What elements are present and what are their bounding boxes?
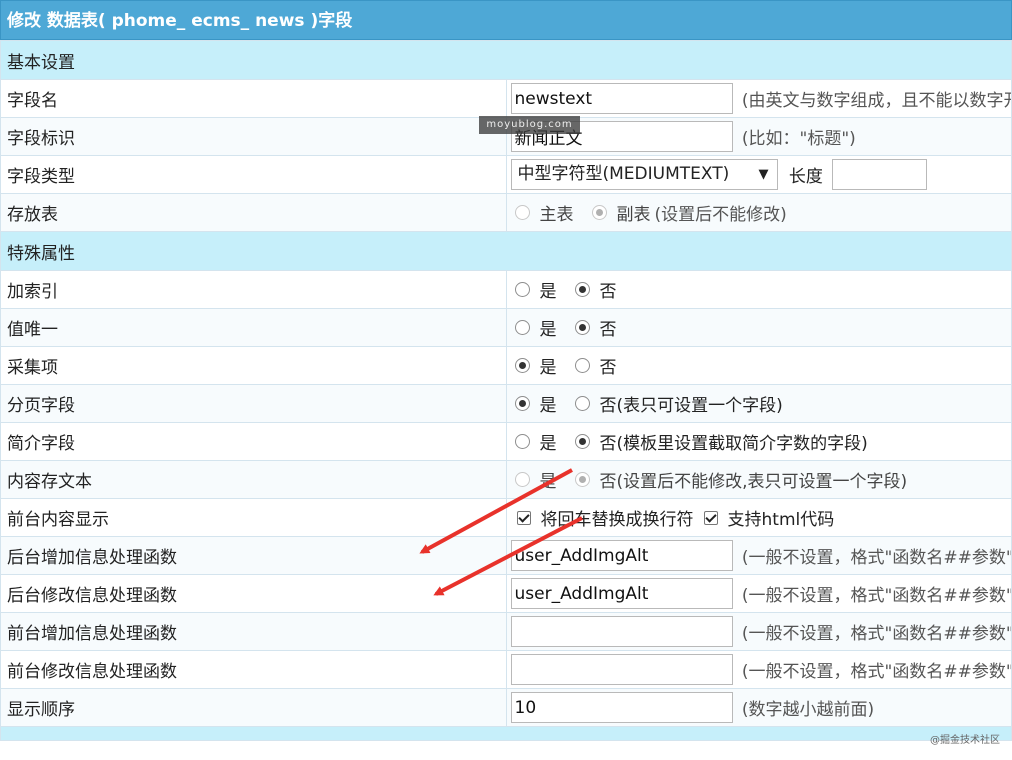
row-intro: 简介字段 是 否(模板里设置截取简介字数的字段) bbox=[0, 422, 1012, 461]
collect-label: 采集项 bbox=[0, 346, 507, 385]
admin-add-func-label: 后台增加信息处理函数 bbox=[0, 536, 507, 575]
page-title: 修改 数据表( phome_ ecms_ news )字段 bbox=[0, 0, 1012, 40]
row-content-text: 内容存文本 是 否(设置后不能修改,表只可设置一个字段) bbox=[0, 460, 1012, 499]
row-admin-edit-func: 后台修改信息处理函数 (一般不设置，格式"函数名##参数"参数可不设置) bbox=[0, 574, 1012, 613]
row-front-edit-func: 前台修改信息处理函数 (一般不设置，格式"函数名##参数"参数可不设置) bbox=[0, 650, 1012, 689]
content-text-no-radio[interactable] bbox=[574, 472, 590, 487]
field-type-label: 字段类型 bbox=[0, 155, 507, 194]
order-input[interactable] bbox=[510, 692, 733, 723]
section-special: 特殊属性 bbox=[0, 231, 1012, 271]
collect-no-radio[interactable] bbox=[574, 358, 590, 373]
front-add-func-note: (一般不设置，格式"函数名##参数"参数可不设置) bbox=[741, 624, 1012, 644]
admin-edit-func-input[interactable] bbox=[510, 578, 733, 609]
index-yes-label: 是 bbox=[539, 282, 557, 302]
front-edit-func-input[interactable] bbox=[510, 654, 733, 685]
admin-edit-func-label: 后台修改信息处理函数 bbox=[0, 574, 507, 613]
html-checkbox-label: 支持html代码 bbox=[727, 510, 835, 530]
section-basic-title: 基本设置 bbox=[0, 40, 1012, 80]
order-note: (数字越小越前面) bbox=[741, 700, 875, 720]
front-add-func-label: 前台增加信息处理函数 bbox=[0, 612, 507, 651]
row-storage: 存放表 主表 副表 (设置后不能修改) bbox=[0, 193, 1012, 232]
intro-yes-radio[interactable] bbox=[514, 434, 530, 449]
collect-yes-radio[interactable] bbox=[514, 358, 530, 373]
intro-yes-label: 是 bbox=[539, 434, 557, 454]
storage-sub-label: 副表 bbox=[616, 205, 651, 225]
field-type-select[interactable]: 中型字符型(MEDIUMTEXT) ▼ bbox=[510, 159, 778, 190]
row-index: 加索引 是 否 bbox=[0, 270, 1012, 309]
content-text-yes-radio[interactable] bbox=[514, 472, 530, 487]
storage-label: 存放表 bbox=[0, 193, 507, 232]
unique-no-label: 否 bbox=[599, 320, 617, 340]
html-checkbox[interactable] bbox=[703, 510, 718, 525]
intro-no-label: 否(模板里设置截取简介字数的字段) bbox=[599, 434, 868, 454]
row-front-display: 前台内容显示 将回车替换成换行符 支持html代码 bbox=[0, 498, 1012, 537]
storage-main-radio[interactable] bbox=[514, 205, 530, 220]
index-label: 加索引 bbox=[0, 270, 507, 309]
field-name-note: (由英文与数字组成，且不能以数字开头。比如："title") bbox=[741, 91, 1011, 111]
unique-no-radio[interactable] bbox=[574, 320, 590, 335]
field-name-input[interactable] bbox=[510, 83, 733, 114]
unique-yes-label: 是 bbox=[539, 320, 557, 340]
field-display-note: (比如："标题") bbox=[741, 129, 856, 149]
front-edit-func-note: (一般不设置，格式"函数名##参数"参数可不设置) bbox=[741, 662, 1012, 682]
watermark: moyublog.com bbox=[479, 116, 580, 134]
corner-watermark: @掘金技术社区 bbox=[930, 735, 1000, 746]
admin-edit-func-note: (一般不设置，格式"函数名##参数"参数可不设置) bbox=[741, 586, 1012, 606]
content-text-no-label: 否(设置后不能修改,表只可设置一个字段) bbox=[599, 472, 908, 492]
length-label: 长度 bbox=[788, 167, 823, 187]
paging-label: 分页字段 bbox=[0, 384, 507, 423]
unique-yes-radio[interactable] bbox=[514, 320, 530, 335]
field-display-label: 字段标识 bbox=[0, 117, 507, 156]
storage-note: (设置后不能修改) bbox=[654, 205, 787, 225]
paging-no-radio[interactable] bbox=[574, 396, 590, 411]
dropdown-arrow-icon: ▼ bbox=[758, 167, 769, 182]
row-order: 显示顺序 (数字越小越前面) bbox=[0, 688, 1012, 727]
paging-yes-radio[interactable] bbox=[514, 396, 530, 411]
field-name-label: 字段名 bbox=[0, 79, 507, 118]
storage-sub-radio[interactable] bbox=[591, 205, 607, 220]
index-no-label: 否 bbox=[599, 282, 617, 302]
admin-add-func-note: (一般不设置，格式"函数名##参数"参数可不设置) bbox=[741, 548, 1012, 568]
admin-add-func-input[interactable] bbox=[510, 540, 733, 571]
row-admin-add-func: 后台增加信息处理函数 (一般不设置，格式"函数名##参数"参数可不设置) bbox=[0, 536, 1012, 575]
section-basic: 基本设置 bbox=[0, 40, 1012, 80]
row-field-name: 字段名 (由英文与数字组成，且不能以数字开头。比如："title") bbox=[0, 79, 1012, 118]
intro-label: 简介字段 bbox=[0, 422, 507, 461]
length-input[interactable] bbox=[832, 159, 928, 190]
collect-yes-label: 是 bbox=[539, 358, 557, 378]
index-yes-radio[interactable] bbox=[514, 282, 530, 297]
unique-label: 值唯一 bbox=[0, 308, 507, 347]
paging-yes-label: 是 bbox=[539, 396, 557, 416]
index-no-radio[interactable] bbox=[574, 282, 590, 297]
row-field-type: 字段类型 中型字符型(MEDIUMTEXT) ▼ 长度 bbox=[0, 155, 1012, 194]
row-unique: 值唯一 是 否 bbox=[0, 308, 1012, 347]
front-edit-func-label: 前台修改信息处理函数 bbox=[0, 650, 507, 689]
front-display-label: 前台内容显示 bbox=[0, 498, 507, 537]
storage-main-label: 主表 bbox=[539, 205, 574, 225]
row-collect: 采集项 是 否 bbox=[0, 346, 1012, 385]
intro-no-radio[interactable] bbox=[574, 434, 590, 449]
paging-no-label: 否(表只可设置一个字段) bbox=[599, 396, 783, 416]
field-type-selected: 中型字符型(MEDIUMTEXT) bbox=[517, 164, 730, 184]
row-paging: 分页字段 是 否(表只可设置一个字段) bbox=[0, 384, 1012, 423]
newline-checkbox-label: 将回车替换成换行符 bbox=[540, 510, 694, 530]
field-edit-form: 基本设置 字段名 (由英文与数字组成，且不能以数字开头。比如："title") … bbox=[0, 40, 1012, 741]
order-label: 显示顺序 bbox=[0, 688, 507, 727]
row-front-add-func: 前台增加信息处理函数 (一般不设置，格式"函数名##参数"参数可不设置) bbox=[0, 612, 1012, 651]
section-special-title: 特殊属性 bbox=[0, 231, 1012, 271]
newline-checkbox[interactable] bbox=[516, 510, 531, 525]
front-add-func-input[interactable] bbox=[510, 616, 733, 647]
content-text-label: 内容存文本 bbox=[0, 460, 507, 499]
collect-no-label: 否 bbox=[599, 358, 617, 378]
content-text-yes-label: 是 bbox=[539, 472, 557, 492]
section-bottom bbox=[0, 726, 1012, 741]
